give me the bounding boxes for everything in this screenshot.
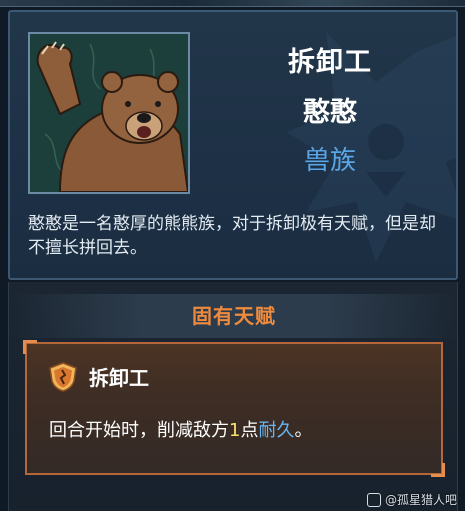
talent-desc-prefix: 回合开始时，削减敌方 <box>49 420 229 441</box>
character-name-block: 拆卸工 憨憨 兽族 <box>210 40 450 177</box>
watermark: @孤星猎人吧 <box>366 491 457 508</box>
talent-description: 回合开始时，削减敌方1点耐久。 <box>49 416 312 442</box>
watermark-text: @孤星猎人吧 <box>384 493 457 507</box>
talent-desc-keyword[interactable]: 耐久 <box>258 420 294 441</box>
bear-portrait-icon <box>28 32 190 194</box>
talent-panel: 固有天赋 拆卸工 回合开始时，削减敌方1点耐久。 <box>8 282 459 511</box>
character-card: 拆卸工 憨憨 兽族 憨憨是一名憨厚的熊熊族，对于拆卸极有天赋，但是却不擅长拼回去… <box>8 10 458 280</box>
shield-icon <box>49 362 77 392</box>
character-faction: 兽族 <box>303 146 356 176</box>
top-strip <box>0 0 465 7</box>
character-name: 憨憨 <box>303 97 357 128</box>
character-title: 拆卸工 <box>288 47 372 78</box>
watermark-logo-icon <box>366 492 381 507</box>
talent-desc-number: 1 <box>229 420 241 441</box>
talent-desc-middle: 点 <box>240 420 259 441</box>
corner-decoration <box>431 463 445 477</box>
talent-card[interactable]: 拆卸工 回合开始时，削减敌方1点耐久。 <box>23 340 445 477</box>
talent-section-header: 固有天赋 <box>9 294 459 338</box>
talent-desc-suffix: 。 <box>294 420 313 441</box>
talent-name: 拆卸工 <box>89 366 149 390</box>
section-title: 固有天赋 <box>192 304 276 328</box>
corner-decoration <box>23 340 37 354</box>
character-description: 憨憨是一名憨厚的熊熊族，对于拆卸极有天赋，但是却不擅长拼回去。 <box>28 214 436 258</box>
